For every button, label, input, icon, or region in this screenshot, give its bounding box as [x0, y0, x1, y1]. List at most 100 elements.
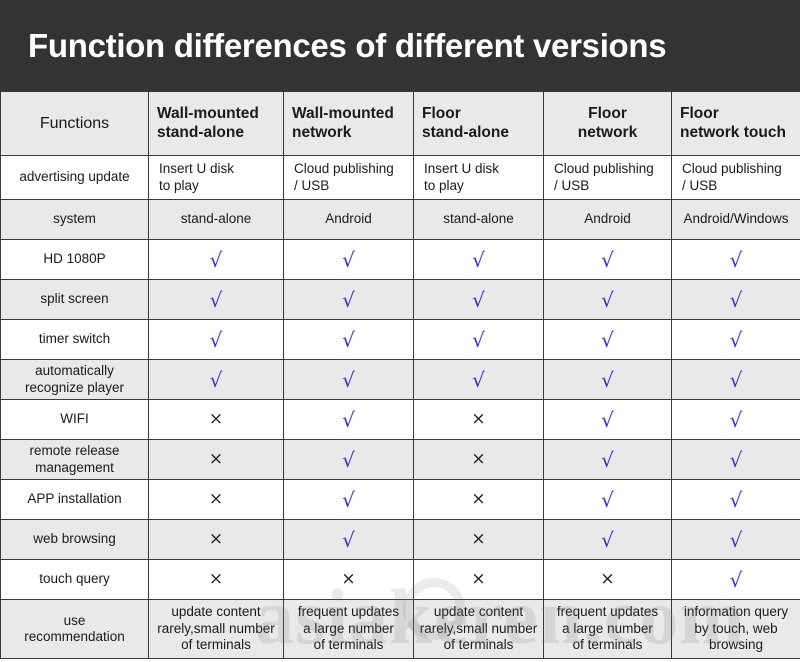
check-icon: √ [729, 527, 743, 552]
feature-label: split screen [0, 279, 149, 320]
value-cell-line: / USB [554, 177, 590, 193]
feature-label: use recommendation [0, 599, 149, 659]
check-icon: √ [472, 327, 485, 352]
support-check-icon-cell: √ [283, 279, 414, 320]
support-check-icon-cell: √ [148, 279, 284, 320]
support-check-icon-cell: √ [148, 359, 284, 400]
support-check-icon-cell: √ [671, 559, 800, 600]
value-cell-line: Insert U disk [424, 161, 500, 177]
value-cell-line: rarely,small number [157, 620, 275, 636]
value-cell-line: a large number [562, 620, 653, 636]
not-supported-cross-icon-cell: × [148, 439, 284, 480]
table-body: Functions Wall-mounted stand-alone Wall-mou… [0, 91, 800, 659]
value-cell: Cloud publishing / USB [543, 155, 672, 200]
value-cell-line: / USB [294, 177, 330, 193]
column-header-line: Floor [680, 104, 719, 122]
cross-icon: × [208, 488, 224, 509]
check-icon: √ [342, 327, 355, 352]
feature-label: WIFI [0, 399, 149, 440]
value-cell-line: of terminals [572, 637, 643, 653]
feature-label-line: recommendation [24, 629, 125, 644]
cross-icon: × [471, 408, 486, 429]
check-icon: √ [472, 287, 485, 312]
check-icon: √ [342, 407, 355, 432]
check-icon: √ [342, 447, 355, 472]
cross-icon: × [600, 568, 615, 589]
column-header-line: Floor [422, 104, 461, 122]
value-cell: Android [283, 199, 414, 240]
value-cell-line: update content [171, 604, 261, 620]
column-header-line: stand-alone [422, 123, 509, 141]
support-check-icon-cell: √ [283, 239, 414, 280]
table-row: remote release management × √ × √ √ [0, 439, 800, 480]
feature-label-line: management [35, 459, 114, 475]
value-cell: Cloud publishing / USB [671, 155, 800, 200]
support-check-icon-cell: √ [283, 399, 414, 440]
feature-label-line: automatically [35, 363, 114, 379]
support-check-icon-cell: √ [148, 319, 284, 360]
check-icon: √ [342, 287, 355, 312]
column-header-3: Floor stand-alone [413, 91, 544, 156]
feature-label: advertising update [0, 155, 149, 200]
column-header-functions: Functions [0, 91, 149, 156]
value-cell: frequent updates a large number of termina… [283, 599, 414, 659]
support-check-icon-cell: √ [543, 479, 672, 520]
not-supported-cross-icon-cell: × [148, 559, 284, 600]
not-supported-cross-icon-cell: × [283, 559, 414, 600]
check-icon: √ [209, 367, 223, 392]
check-icon: √ [601, 447, 614, 472]
check-icon: √ [729, 447, 743, 472]
check-icon: √ [209, 247, 223, 272]
table-row: use recommendation update content rarely,sm… [0, 599, 800, 659]
cross-icon: × [208, 408, 224, 429]
support-check-icon-cell: √ [543, 319, 672, 360]
support-check-icon-cell: √ [543, 359, 672, 400]
support-check-icon-cell: √ [283, 359, 414, 400]
column-header-4: Floor network [543, 91, 672, 156]
check-icon: √ [601, 327, 614, 352]
value-cell-line: browsing [708, 637, 764, 653]
cross-icon: × [208, 528, 224, 549]
feature-label: HD 1080P [0, 239, 149, 280]
table-row: web browsing × √ × √ √ [0, 519, 800, 560]
check-icon: √ [729, 567, 743, 592]
value-cell-line: Cloud publishing [294, 161, 394, 177]
check-icon: √ [342, 247, 355, 272]
support-check-icon-cell: √ [543, 439, 672, 480]
value-cell-line: Cloud publishing [682, 161, 782, 177]
check-icon: √ [342, 367, 355, 392]
support-check-icon-cell: √ [671, 279, 800, 320]
value-cell: Insert U disk to play [148, 155, 284, 200]
support-check-icon-cell: √ [413, 319, 544, 360]
feature-label-line: remote release [29, 443, 120, 459]
feature-label-line: recognize player [24, 379, 125, 395]
support-check-icon-cell: √ [283, 439, 414, 480]
check-icon: √ [209, 287, 223, 312]
support-check-icon-cell: √ [671, 479, 800, 520]
table-row: HD 1080P √ √ √ √ √ [0, 239, 800, 280]
check-icon: √ [729, 487, 743, 512]
column-header-5: Floor network touch [671, 91, 800, 156]
not-supported-cross-icon-cell: × [413, 439, 544, 480]
check-icon: √ [729, 407, 743, 432]
value-cell-line: Android [325, 211, 372, 227]
not-supported-cross-icon-cell: × [413, 479, 544, 520]
not-supported-cross-icon-cell: × [148, 479, 284, 520]
support-check-icon-cell: √ [543, 519, 672, 560]
value-cell-line: Android/Windows [683, 211, 789, 227]
value-cell-line: stand-alone [443, 211, 514, 227]
value-cell-line: of terminals [181, 637, 251, 653]
value-cell-line: frequent updates [556, 604, 659, 620]
check-icon: √ [472, 367, 485, 392]
column-header-1: Wall-mounted stand-alone [148, 91, 284, 156]
table-row: system stand-alone Android stand-alone Andro… [0, 199, 800, 240]
column-header-line: Wall-mounted [292, 104, 394, 122]
support-check-icon-cell: √ [671, 319, 800, 360]
support-check-icon-cell: √ [671, 359, 800, 400]
column-header-line: stand-alone [157, 123, 244, 141]
support-check-icon-cell: √ [543, 279, 672, 320]
title-banner: Function differences of different versio… [0, 0, 800, 91]
cross-icon: × [208, 568, 224, 589]
cross-icon: × [471, 448, 486, 469]
check-icon: √ [729, 327, 743, 352]
